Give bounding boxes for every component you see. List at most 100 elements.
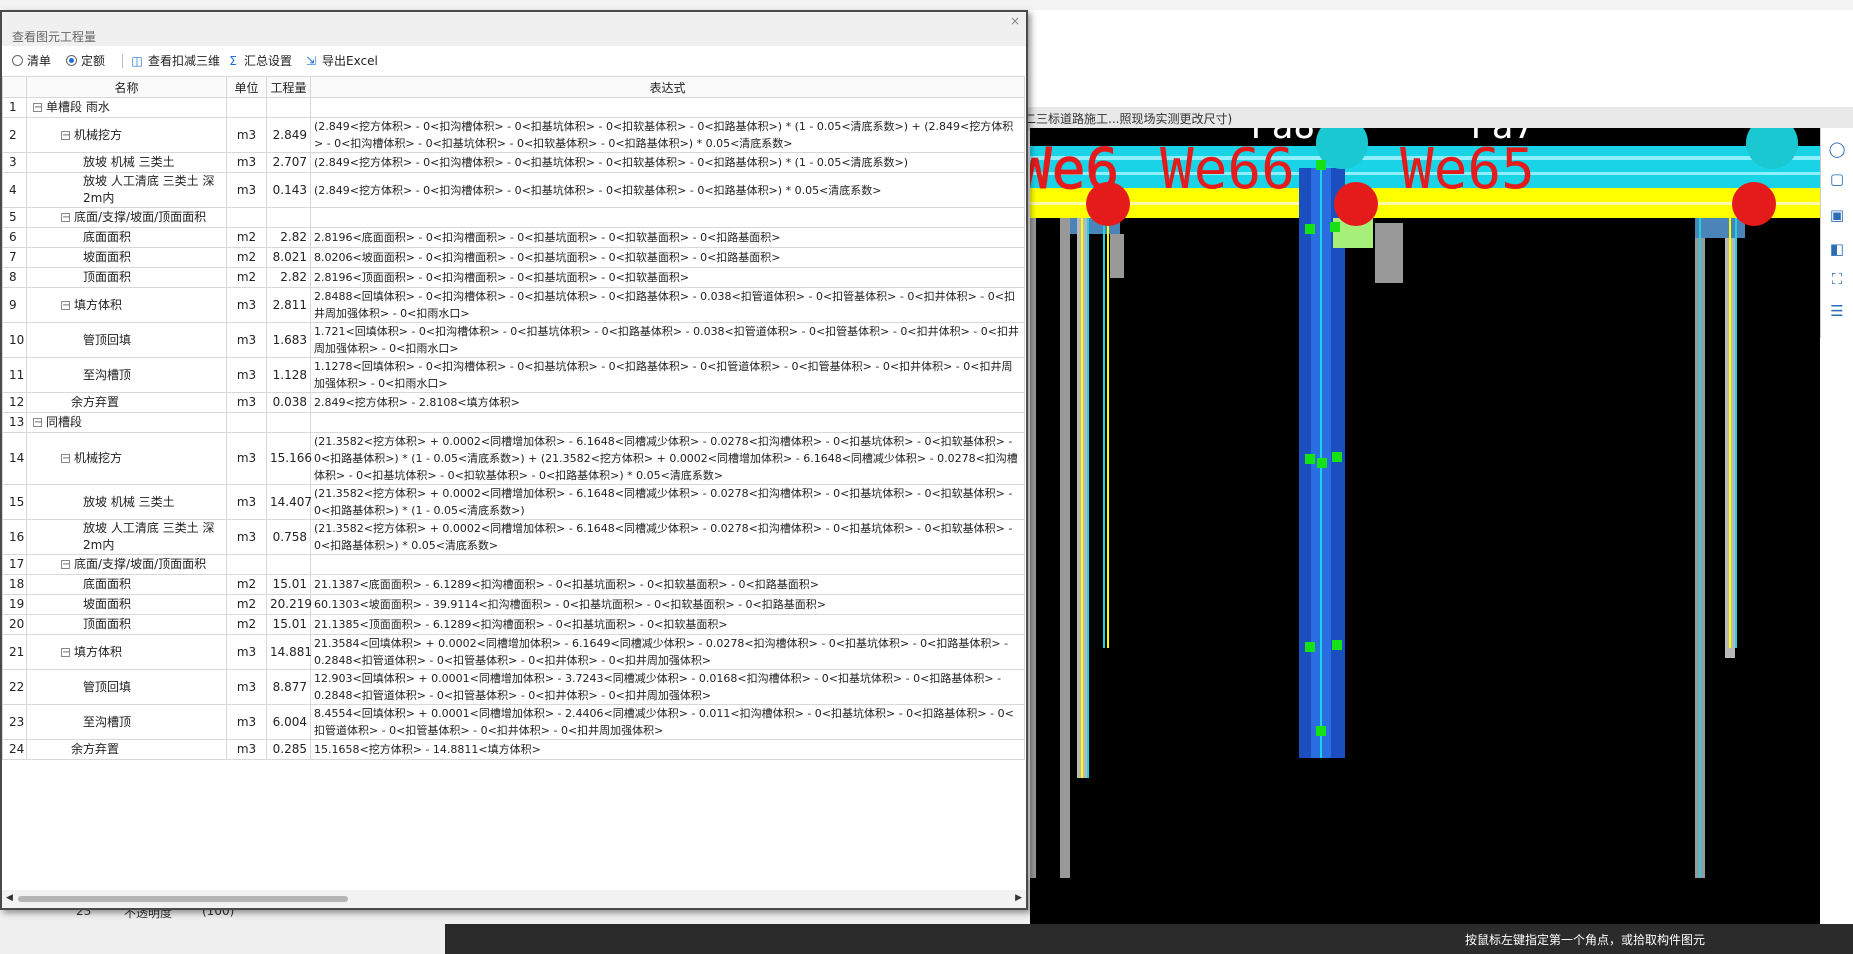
- table-row[interactable]: 10 管顶回填 m3 1.683 1.721<回填体积> - 0<扣沟槽体积> - 0<…: [2, 322, 1025, 358]
- row-expression: 8.0206<坡面面积> - 0<扣沟槽面积> - 0<扣基坑面积> - 0<扣…: [310, 247, 1025, 268]
- cube-solid-icon[interactable]: ▣: [1828, 206, 1846, 224]
- drawing-tab[interactable]: 二三标道路施工...照现场实测更改尺寸): [1020, 107, 1853, 130]
- node-marker[interactable]: [1732, 182, 1776, 226]
- row-expression: (21.3582<挖方体积> + 0.0002<同槽增加体积> - 6.1648…: [310, 484, 1025, 520]
- table-row[interactable]: 3 放坡 机械 三类土 m3 2.707 (2.849<挖方体积> - 0<扣沟槽体积>…: [2, 152, 1025, 173]
- view-3d-label: 查看扣减三维: [148, 54, 221, 68]
- table-row[interactable]: 21− 填方体积 m3 14.881 21.3584<回填体积> + 0.0002<同槽…: [2, 634, 1025, 670]
- table-row[interactable]: 4 放坡 人工清底 三类土 深2m内 m3 0.143 (2.849<挖方体积> - 0…: [2, 172, 1025, 208]
- row-number: 8: [2, 267, 27, 288]
- row-qty: 2.849: [266, 117, 311, 153]
- radio-list-label: 清单: [27, 54, 52, 68]
- col-header-unit[interactable]: 单位: [226, 76, 267, 98]
- row-expression: 2.8196<底面面积> - 0<扣沟槽面积> - 0<扣基坑面积> - 0<扣…: [310, 227, 1025, 248]
- right-toolbar: ◯ ▢ ▣ ◧ ⛶ ☰: [1820, 128, 1853, 338]
- scroll-thumb[interactable]: [18, 896, 348, 902]
- table-row[interactable]: 2− 机械挖方 m3 2.849 (2.849<挖方体积> - 0<扣沟槽体积> - 0…: [2, 117, 1025, 153]
- collapse-icon[interactable]: −: [61, 300, 70, 310]
- row-unit: m3: [226, 117, 267, 153]
- collapse-icon[interactable]: −: [61, 560, 70, 570]
- dialog-titlebar[interactable]: 查看图元工程量 ×: [2, 12, 1026, 46]
- table-row[interactable]: 6 底面面积 m2 2.82 2.8196<底面面积> - 0<扣沟槽面积> - 0<扣…: [2, 227, 1025, 248]
- table-row[interactable]: 23 至沟槽顶 m3 6.004 8.4554<回填体积> + 0.0001<同槽增加体…: [2, 704, 1025, 740]
- table-row[interactable]: 14− 机械挖方 m3 15.166 (21.3582<挖方体积> + 0.0002<同…: [2, 432, 1025, 485]
- cube-icon[interactable]: ▢: [1828, 170, 1846, 188]
- table-row[interactable]: 22 管顶回填 m3 8.877 12.903<回填体积> + 0.0001<同槽增加体…: [2, 669, 1025, 705]
- scroll-left-icon[interactable]: ◀: [6, 893, 13, 903]
- table-row[interactable]: 19 坡面面积 m2 20.219 60.1303<坡面面积> - 39.9114<扣沟…: [2, 594, 1025, 615]
- collapse-icon[interactable]: −: [61, 647, 70, 657]
- row-name: 底面面积: [83, 230, 132, 244]
- table-row[interactable]: 12 余方弃置 m3 0.038 2.849<挖方体积> - 2.8108<填方体积>: [2, 392, 1025, 413]
- col-header-expr[interactable]: 表达式: [310, 76, 1025, 98]
- row-unit: m2: [226, 267, 267, 288]
- col-header-qty[interactable]: 工程量: [266, 76, 311, 98]
- main-toolbar-area: [1030, 10, 1853, 82]
- row-name: 至沟槽顶: [83, 714, 132, 729]
- radio-quota[interactable]: 定额: [66, 52, 105, 69]
- drawing-canvas[interactable]: We6 We66 We65 Fa8 Fa7: [1030, 128, 1820, 924]
- export-excel-button[interactable]: ⇲ 导出Excel: [304, 52, 378, 69]
- collapse-icon[interactable]: −: [61, 130, 70, 140]
- collapse-icon[interactable]: −: [61, 213, 70, 223]
- properties-icon[interactable]: ☰: [1828, 302, 1846, 320]
- row-name-cell: 顶面面积: [26, 614, 227, 635]
- row-name-cell: 放坡 机械 三类土: [26, 152, 227, 173]
- row-number: 2: [2, 117, 27, 153]
- row-number: 23: [2, 704, 27, 740]
- status-bar: 按鼠标左键指定第一个角点，或拾取构件图元: [445, 924, 1853, 954]
- row-name: 放坡 人工清底 三类土 深2m内: [83, 521, 215, 552]
- row-number: 17: [2, 554, 27, 575]
- row-number: 19: [2, 594, 27, 615]
- row-number: 22: [2, 669, 27, 705]
- close-icon[interactable]: ×: [1010, 14, 1020, 28]
- row-name-cell: 放坡 机械 三类土: [26, 484, 227, 520]
- table-row[interactable]: 8 顶面面积 m2 2.82 2.8196<顶面面积> - 0<扣沟槽面积> - 0<扣…: [2, 267, 1025, 288]
- split-view-icon[interactable]: ◧: [1828, 240, 1846, 258]
- collapse-icon[interactable]: −: [33, 103, 42, 113]
- table-row[interactable]: 9− 填方体积 m3 2.811 2.8488<回填体积> - 0<扣沟槽体积> - 0…: [2, 287, 1025, 323]
- col-header-name[interactable]: 名称: [26, 76, 227, 98]
- row-name-cell: 坡面面积: [26, 594, 227, 615]
- row-number: 11: [2, 357, 27, 393]
- row-qty: 2.82: [266, 227, 311, 248]
- row-number: 13: [2, 412, 27, 433]
- table-row[interactable]: 17− 底面/支撑/坡面/顶面面积: [2, 554, 1025, 575]
- row-expression: (21.3582<挖方体积> + 0.0002<同槽增加体积> - 6.1648…: [310, 519, 1025, 555]
- row-name-cell: 放坡 人工清底 三类土 深2m内: [26, 172, 227, 208]
- row-expression: (2.849<挖方体积> - 0<扣沟槽体积> - 0<扣基坑体积> - 0<扣…: [310, 172, 1025, 208]
- row-qty: 0.038: [266, 392, 311, 413]
- row-unit: [226, 97, 267, 118]
- table-row[interactable]: 20 顶面面积 m2 15.01 21.1385<顶面面积> - 6.1289<扣沟槽面…: [2, 614, 1025, 635]
- table-row[interactable]: 5− 底面/支撑/坡面/顶面面积: [2, 207, 1025, 228]
- table-row[interactable]: 7 坡面面积 m2 8.021 8.0206<坡面面积> - 0<扣沟槽面积> - 0<…: [2, 247, 1025, 268]
- row-qty: 0.285: [266, 739, 311, 760]
- summary-settings-button[interactable]: Σ 汇总设置: [226, 52, 292, 69]
- table-row[interactable]: 13− 同槽段: [2, 412, 1025, 433]
- row-expression: [310, 97, 1025, 118]
- scroll-right-icon[interactable]: ▶: [1015, 893, 1022, 903]
- collapse-icon[interactable]: −: [61, 454, 70, 464]
- row-expression: 1.721<回填体积> - 0<扣沟槽体积> - 0<扣基坑体积> - 0<扣路…: [310, 322, 1025, 358]
- radio-icon: [12, 55, 23, 66]
- table-row[interactable]: 15 放坡 机械 三类土 m3 14.407 (21.3582<挖方体积> + 0.00…: [2, 484, 1025, 520]
- row-qty: 0.758: [266, 519, 311, 555]
- orbit-icon[interactable]: ◯: [1828, 140, 1846, 158]
- fullscreen-icon[interactable]: ⛶: [1828, 270, 1846, 288]
- horizontal-scrollbar[interactable]: ◀ ▶: [2, 890, 1026, 908]
- view-3d-button[interactable]: ◫ 查看扣减三维: [130, 52, 220, 69]
- row-number: 10: [2, 322, 27, 358]
- table-row[interactable]: 18 底面面积 m2 15.01 21.1387<底面面积> - 6.1289<扣沟槽面…: [2, 574, 1025, 595]
- node-marker[interactable]: [1334, 182, 1378, 226]
- row-qty: 15.166: [266, 432, 312, 485]
- table-row[interactable]: 11 至沟槽顶 m3 1.128 1.1278<回填体积> - 0<扣沟槽体积> - 0…: [2, 357, 1025, 393]
- row-name: 放坡 机械 三类土: [83, 155, 175, 169]
- radio-list[interactable]: 清单: [12, 52, 51, 69]
- row-expression: 60.1303<坡面面积> - 39.9114<扣沟槽面积> - 0<扣基坑面积…: [310, 594, 1025, 615]
- table-row[interactable]: 16 放坡 人工清底 三类土 深2m内 m3 0.758 (21.3582<挖方体积> …: [2, 519, 1025, 555]
- radio-quota-label: 定额: [81, 54, 106, 68]
- table-row[interactable]: 24 余方弃置 m3 0.285 15.1658<挖方体积> - 14.8811<填方体…: [2, 739, 1025, 760]
- collapse-icon[interactable]: −: [33, 418, 42, 428]
- row-number: 4: [2, 172, 27, 208]
- table-row[interactable]: 1− 单槽段 雨水: [2, 97, 1025, 118]
